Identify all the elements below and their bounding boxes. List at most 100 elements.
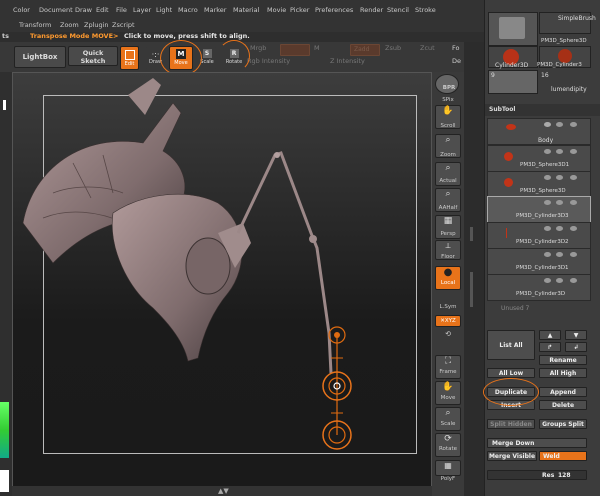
local-button[interactable]: ● bbox=[435, 266, 461, 290]
visibility-eye-icon[interactable] bbox=[570, 226, 577, 231]
tool-thumb-9[interactable]: 9 bbox=[488, 70, 538, 94]
color-picker-strip[interactable] bbox=[0, 402, 9, 458]
visibility-eye-icon[interactable] bbox=[556, 226, 563, 231]
subtool-item-cylinder2[interactable]: PM3D_Cylinder3D2 bbox=[487, 222, 591, 249]
visibility-eye-icon[interactable] bbox=[544, 200, 551, 205]
menu-layer[interactable]: Layer bbox=[133, 6, 151, 14]
append-button[interactable]: Append bbox=[539, 387, 587, 397]
zadd-slot[interactable]: Zadd bbox=[350, 44, 380, 56]
move-top-button[interactable]: ↱ bbox=[539, 342, 561, 352]
rotate-axis-icon[interactable]: ⟲ bbox=[432, 330, 464, 338]
visibility-eye-icon[interactable] bbox=[544, 252, 551, 257]
menu-stencil[interactable]: Stencil bbox=[387, 6, 409, 14]
tool-thumb-main[interactable] bbox=[488, 12, 538, 46]
move-bottom-button[interactable]: ↲ bbox=[565, 342, 587, 352]
menu-edit[interactable]: Edit bbox=[96, 6, 109, 14]
remesh-res-slider[interactable]: Res 128 bbox=[487, 470, 587, 480]
menu-document[interactable]: Document bbox=[39, 6, 73, 14]
subtool-item-cylinder3[interactable]: PM3D_Cylinder3D3 bbox=[487, 196, 591, 223]
move-view-button[interactable]: ✋ bbox=[435, 381, 461, 405]
panel-divider bbox=[464, 42, 484, 496]
list-all-button[interactable]: List All bbox=[487, 330, 535, 360]
quick-sketch-button[interactable]: Quick Sketch bbox=[68, 46, 118, 66]
mrgb-toggle[interactable]: Mrgb bbox=[250, 44, 266, 52]
split-hidden-button[interactable]: Split Hidden bbox=[487, 419, 535, 429]
subtool-item-cylinder[interactable]: PM3D_Cylinder3D bbox=[487, 274, 591, 301]
all-low-button[interactable]: All Low bbox=[487, 368, 535, 378]
lightbox-button[interactable]: LightBox bbox=[14, 46, 66, 68]
visibility-eye-icon[interactable] bbox=[544, 278, 551, 283]
rotate-view-button[interactable]: ⟳ bbox=[435, 433, 461, 457]
rename-button[interactable]: Rename bbox=[539, 355, 587, 365]
visibility-eye-icon[interactable] bbox=[556, 278, 563, 283]
subtool-header[interactable]: SubTool bbox=[485, 104, 600, 116]
menu-picker[interactable]: Picker bbox=[290, 6, 309, 14]
visibility-eye-icon[interactable] bbox=[570, 278, 577, 283]
zcut-toggle[interactable]: Zcut bbox=[420, 44, 435, 52]
subtool-label-sphere: PM3D_Sphere3D bbox=[520, 188, 566, 194]
menu-zscript[interactable]: Zscript bbox=[112, 21, 135, 29]
move-up-button[interactable]: ▲ bbox=[539, 330, 561, 340]
xyz-button[interactable]: ✕XYZ bbox=[435, 315, 461, 327]
zsub-toggle[interactable]: Zsub bbox=[385, 44, 401, 52]
menu-material[interactable]: Material bbox=[233, 6, 259, 14]
menu-draw[interactable]: Draw bbox=[75, 6, 92, 14]
menu-transform[interactable]: Transform bbox=[19, 21, 51, 29]
visibility-eye-icon[interactable] bbox=[570, 175, 577, 180]
visibility-eye-icon[interactable] bbox=[570, 122, 577, 127]
menu-render[interactable]: Render bbox=[360, 6, 383, 14]
visibility-eye-icon[interactable] bbox=[556, 175, 563, 180]
all-high-button[interactable]: All High bbox=[539, 368, 587, 378]
groups-split-button[interactable]: Groups Split bbox=[539, 419, 587, 429]
menu-macro[interactable]: Macro bbox=[178, 6, 198, 14]
visibility-eye-icon[interactable] bbox=[570, 200, 577, 205]
canvas-viewport[interactable] bbox=[12, 72, 432, 488]
bottom-tray-arrow-icon[interactable]: ▲▼ bbox=[218, 487, 229, 495]
quick-sketch-label-1: Quick bbox=[82, 49, 104, 57]
z-intensity-slider[interactable]: Z Intensity bbox=[330, 57, 365, 65]
subtool-item-cylinder1[interactable]: PM3D_Cylinder3D1 bbox=[487, 248, 591, 275]
menu-preferences[interactable]: Preferences bbox=[315, 6, 353, 14]
menu-zplugin[interactable]: Zplugin bbox=[84, 21, 109, 29]
menu-marker[interactable]: Marker bbox=[204, 6, 226, 14]
spix-label[interactable]: SPix bbox=[432, 97, 464, 103]
move-down-button[interactable]: ▼ bbox=[565, 330, 587, 340]
visibility-eye-icon[interactable] bbox=[570, 149, 577, 154]
m-toggle[interactable]: M bbox=[314, 44, 320, 52]
menu-zoom[interactable]: Zoom bbox=[60, 21, 79, 29]
bpr-button[interactable]: BPR bbox=[435, 74, 459, 94]
menu-file[interactable]: File bbox=[116, 6, 127, 14]
visibility-eye-icon[interactable] bbox=[544, 122, 551, 127]
menu-light[interactable]: Light bbox=[156, 6, 172, 14]
subtool-item-sphere1[interactable]: PM3D_Sphere3D1 bbox=[487, 145, 591, 172]
weld-toggle[interactable]: Weld bbox=[539, 451, 587, 461]
delete-button[interactable]: Delete bbox=[539, 400, 587, 410]
menu-stroke[interactable]: Stroke bbox=[415, 6, 436, 14]
menu-color[interactable]: Color bbox=[13, 6, 30, 14]
merge-down-button[interactable]: Merge Down bbox=[487, 438, 587, 448]
visibility-eye-icon[interactable] bbox=[570, 252, 577, 257]
visibility-eye-icon[interactable] bbox=[556, 200, 563, 205]
merge-visible-button[interactable]: Merge Visible bbox=[487, 451, 537, 461]
edit-button[interactable]: Edit bbox=[120, 46, 139, 70]
frame-button[interactable]: ⛶ bbox=[435, 355, 461, 379]
menu-movie[interactable]: Movie bbox=[267, 6, 286, 14]
visibility-eye-icon[interactable] bbox=[556, 149, 563, 154]
rgb-intensity-slider[interactable]: Rgb Intensity bbox=[247, 57, 290, 65]
left-tray-handle[interactable] bbox=[3, 100, 6, 110]
lsym-button[interactable]: L.Sym bbox=[432, 304, 464, 310]
polyf-button[interactable]: ▦ bbox=[435, 460, 461, 476]
scale-view-button[interactable]: ⌕ bbox=[435, 407, 461, 431]
subtool-item-sphere[interactable]: PM3D_Sphere3D bbox=[487, 171, 591, 198]
visibility-eye-icon[interactable] bbox=[556, 252, 563, 257]
main-color-swatch[interactable] bbox=[0, 470, 9, 492]
divider-handle-bottom[interactable] bbox=[470, 272, 473, 307]
visibility-eye-icon[interactable] bbox=[556, 122, 563, 127]
visibility-eye-icon[interactable] bbox=[544, 226, 551, 231]
visibility-eye-icon[interactable] bbox=[544, 149, 551, 154]
visibility-eye-icon[interactable] bbox=[544, 175, 551, 180]
antenna-joint-1 bbox=[274, 152, 280, 158]
tool-thumb-simplebrush[interactable]: SimpleBrush bbox=[539, 12, 596, 34]
subtool-item-body[interactable]: Body bbox=[487, 118, 591, 145]
divider-handle-top[interactable] bbox=[470, 227, 473, 241]
